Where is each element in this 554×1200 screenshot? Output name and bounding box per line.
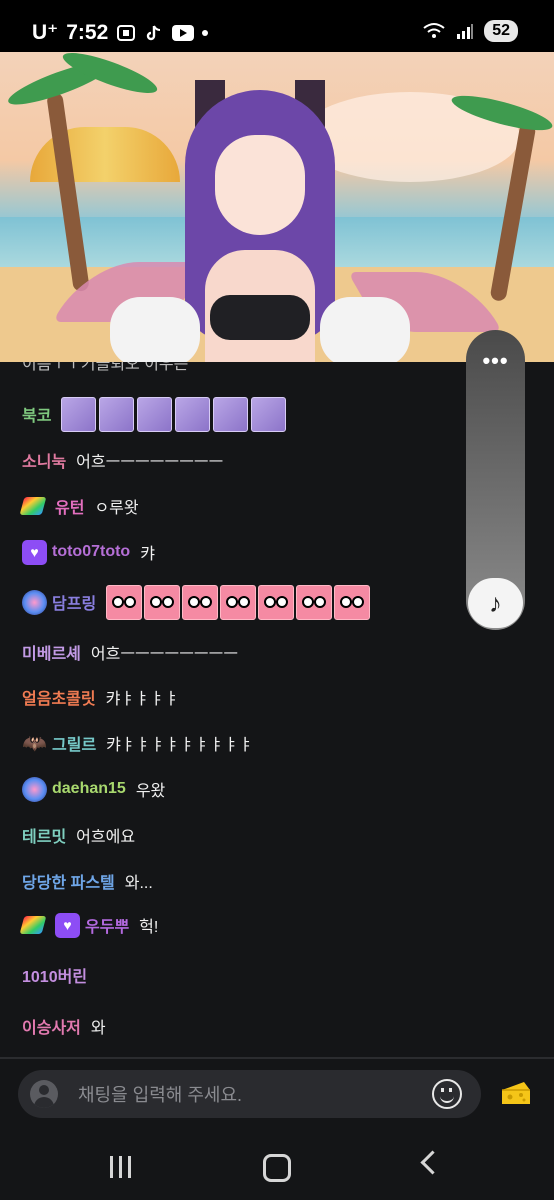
youtube-icon xyxy=(172,24,195,41)
user-avatar-icon[interactable] xyxy=(30,1080,58,1108)
battery-indicator: 52 xyxy=(484,20,518,42)
orb-badge-icon xyxy=(22,589,47,615)
emote-purple xyxy=(137,396,173,432)
chat-text: 캬ㅑㅑㅑㅑ xyxy=(105,691,180,708)
rainbow-badge-icon xyxy=(19,916,47,934)
chat-input-bar xyxy=(18,1070,481,1120)
chat-text: 어흐에요 xyxy=(76,829,136,846)
more-options-icon[interactable]: ••• xyxy=(466,348,525,374)
carrier-label: U⁺ xyxy=(32,21,59,44)
chat-message: 유턴 ㅇ루왓 xyxy=(19,492,139,520)
chat-message: 소니눅 어흐ㅡㅡㅡㅡㅡㅡㅡㅡ xyxy=(22,446,223,474)
heart-badge-icon: ♥ xyxy=(22,539,47,565)
wifi-icon xyxy=(423,23,445,38)
jacket-left xyxy=(110,297,200,362)
chat-nick[interactable]: 우두뿌 xyxy=(85,913,129,937)
emote-pink xyxy=(182,584,219,620)
chat-message: ♥ toto07toto 캬 xyxy=(22,538,155,566)
chat-message: daehan15 우왔 xyxy=(22,775,165,803)
music-button[interactable]: ♪ xyxy=(468,578,523,628)
chat-message: 미베르셰 어흐ㅡㅡㅡㅡㅡㅡㅡㅡ xyxy=(22,638,238,666)
chat-nick[interactable]: 미베르셰 xyxy=(22,640,81,664)
chat-text: 우왔 xyxy=(135,783,166,800)
emote-pink xyxy=(220,584,257,620)
emote-pink xyxy=(144,584,181,620)
chat-message: 이승사저 와 xyxy=(22,1012,106,1040)
emote-pink xyxy=(296,584,333,620)
bat-badge-icon: 🦇 xyxy=(22,732,47,755)
clock: 7:52 xyxy=(66,20,109,44)
emote-purple xyxy=(175,396,211,432)
chat-message: 당당한 파스텔 와... xyxy=(22,867,153,895)
home-icon[interactable] xyxy=(263,1154,291,1182)
emote-purple xyxy=(213,396,249,432)
chat-text: 헉! xyxy=(139,919,159,936)
chat-nick[interactable]: 담프링 xyxy=(52,590,96,614)
emote-purple xyxy=(99,396,135,432)
status-bar: U⁺ 7:52 52 xyxy=(0,0,554,52)
jacket-right xyxy=(320,297,410,362)
divider xyxy=(0,1057,554,1059)
chat-message: ♥ 우두뿌 헉! xyxy=(19,911,159,939)
chat-text: 어흐ㅡㅡㅡㅡㅡㅡㅡㅡ xyxy=(90,646,239,663)
chat-nick[interactable]: 당당한 파스텔 xyxy=(22,869,115,893)
chat-message: 테르밋 어흐에요 xyxy=(22,821,135,849)
rainbow-badge-icon xyxy=(19,497,47,515)
recent-apps-icon[interactable] xyxy=(108,1156,134,1178)
stream-video[interactable] xyxy=(0,52,554,362)
chat-message-partial: 이름ㅜㅜ기들뢰오 이우뜬 xyxy=(22,362,188,376)
chat-nick[interactable]: 테르밋 xyxy=(22,823,66,847)
chat-nick[interactable]: 이승사저 xyxy=(22,1014,81,1038)
chat-text: 캬 xyxy=(140,546,155,563)
emote-pink xyxy=(258,584,295,620)
chat-text: ㅇ루왓 xyxy=(94,500,139,517)
back-icon[interactable] xyxy=(420,1150,445,1175)
chat-message: 얼음초콜릿 캬ㅑㅑㅑㅑ xyxy=(22,683,179,711)
signal-icon xyxy=(457,24,474,39)
chat-text: 와... xyxy=(124,875,153,892)
face xyxy=(215,135,305,235)
emote-pink xyxy=(334,584,371,620)
screenshot-icon xyxy=(117,24,136,41)
heart-badge-icon: ♥ xyxy=(55,912,80,938)
chat-nick[interactable]: 북코 xyxy=(22,402,51,426)
tiktok-icon xyxy=(147,25,161,40)
chat-nick[interactable]: 소니눅 xyxy=(22,448,66,472)
chat-nick[interactable]: 유턴 xyxy=(55,494,84,518)
chat-nick[interactable]: 그릴르 xyxy=(52,731,96,755)
emote-purple xyxy=(61,396,97,432)
orb-badge-icon xyxy=(22,776,47,802)
emote-pink xyxy=(106,584,143,620)
chat-nick[interactable]: 1010버린 xyxy=(22,963,87,987)
chat-input[interactable] xyxy=(76,1070,420,1120)
chat-nick[interactable]: 얼음초콜릿 xyxy=(22,685,96,709)
chat-message: 담프링 xyxy=(22,584,372,620)
chat-text: 어흐ㅡㅡㅡㅡㅡㅡㅡㅡ xyxy=(76,454,224,471)
smile-icon[interactable] xyxy=(432,1079,462,1109)
music-note-icon: ♪ xyxy=(489,587,502,618)
chat-nick[interactable]: toto07toto xyxy=(52,543,130,561)
chat-text: 캬ㅑㅑㅑㅑㅑㅑㅑㅑㅑ xyxy=(106,737,254,754)
notification-dot-icon xyxy=(202,29,209,36)
chat-nick[interactable]: daehan15 xyxy=(52,780,126,798)
partial-message-text: 이름ㅜㅜ기들뢰오 이우뜬 xyxy=(22,362,189,373)
chat-message: 🦇 그릴르 캬ㅑㅑㅑㅑㅑㅑㅑㅑㅑ xyxy=(22,729,253,757)
chat-message: 1010버린 xyxy=(22,961,97,989)
nav-bar xyxy=(0,1130,554,1200)
bikini-top xyxy=(210,295,310,340)
emote-purple xyxy=(251,396,287,432)
cheese-icon[interactable] xyxy=(500,1080,532,1106)
music-panel[interactable]: ••• ♪ xyxy=(466,330,525,630)
chat-text: 와 xyxy=(90,1020,106,1037)
chat-message: 북코 xyxy=(22,396,289,432)
